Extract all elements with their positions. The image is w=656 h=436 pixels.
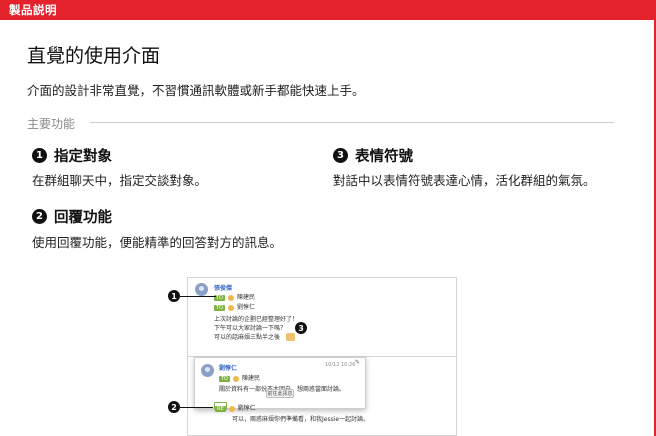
- feature-2-title: 2 回覆功能: [32, 206, 112, 227]
- to-tag: TO: [214, 305, 225, 311]
- popup-time: 10/12 10:26: [325, 362, 356, 368]
- number-2-icon: 2: [32, 209, 47, 224]
- feature-3-title: 3 表情符號: [333, 145, 413, 166]
- pencil-icon[interactable]: ✎: [355, 359, 360, 366]
- user-face-icon: [228, 304, 234, 311]
- reply-line: RE 劉惇仁: [215, 403, 256, 412]
- section-divider: [90, 122, 614, 123]
- popup-to-line: TO 陳建民: [219, 373, 260, 382]
- callout-1-line: [180, 296, 216, 297]
- header-label: 製品説明: [9, 3, 57, 17]
- avatar: [201, 364, 214, 377]
- callout-3-icon: 3: [295, 322, 307, 334]
- feature-3-label: 表情符號: [355, 149, 413, 165]
- feature-1-label: 指定對象: [54, 149, 112, 165]
- callout-2-line: [180, 407, 213, 408]
- callout-2-icon: 2: [168, 401, 180, 413]
- message-line-2: 下午可以大家討論一下嗎？: [214, 325, 287, 332]
- feature-3-desc: 對話中以表情符號表達心情，活化群組的氣氛。: [333, 173, 596, 188]
- popup-sender: 劉惇仁: [219, 365, 238, 372]
- to-tag: TO: [219, 376, 230, 382]
- message-line-3: 可以的話麻煩三點半之後: [214, 334, 281, 341]
- callout-1-icon: 1: [168, 290, 180, 302]
- number-3-icon: 3: [333, 148, 348, 163]
- message-line-1: 上次討論的企劃已經整理好了！: [214, 316, 299, 323]
- to-line-2: TO 劉惇仁: [214, 302, 255, 311]
- emoji-icon: [286, 333, 295, 341]
- feature-2-desc: 使用回覆功能，便能精準的回答對方的訊息。: [32, 235, 283, 250]
- reply-name: 劉惇仁: [237, 405, 256, 412]
- user-face-icon: [228, 294, 234, 301]
- reply-tag: RE: [215, 406, 226, 412]
- feature-1-desc: 在群組聊天中，指定交談對象。: [32, 173, 208, 188]
- to-line-1: TO 陳建民: [214, 292, 255, 301]
- chat-screenshot: 張俊傑 TO 陳建民 TO 劉惇仁 上次討論的企劃已經整理好了！ 下午可以大家討論一…: [187, 277, 457, 436]
- to-name-1: 陳建民: [237, 294, 256, 301]
- popup-to-name: 陳建民: [242, 375, 261, 382]
- feature-2-label: 回覆功能: [54, 210, 112, 226]
- page-title: 直覺的使用介面: [27, 45, 161, 67]
- reply-text: 可以，兩惑麻煩你們準備看，和我Jessie一起討論。: [232, 416, 370, 423]
- go-to-message-button[interactable]: 前往此訊息: [266, 389, 294, 398]
- user-face-icon: [228, 405, 235, 412]
- feature-1-title: 1 指定對象: [32, 145, 112, 166]
- page-subtitle: 介面的設計非常直覺，不習慣通訊軟體或新手都能快速上手。: [27, 83, 365, 98]
- sender-name: 張俊傑: [214, 285, 233, 292]
- number-1-icon: 1: [32, 148, 47, 163]
- to-name-2: 劉惇仁: [237, 304, 256, 311]
- user-face-icon: [233, 375, 239, 382]
- header-bar: 製品説明: [0, 0, 656, 20]
- avatar: [195, 283, 208, 296]
- section-label: 主要功能: [27, 117, 76, 131]
